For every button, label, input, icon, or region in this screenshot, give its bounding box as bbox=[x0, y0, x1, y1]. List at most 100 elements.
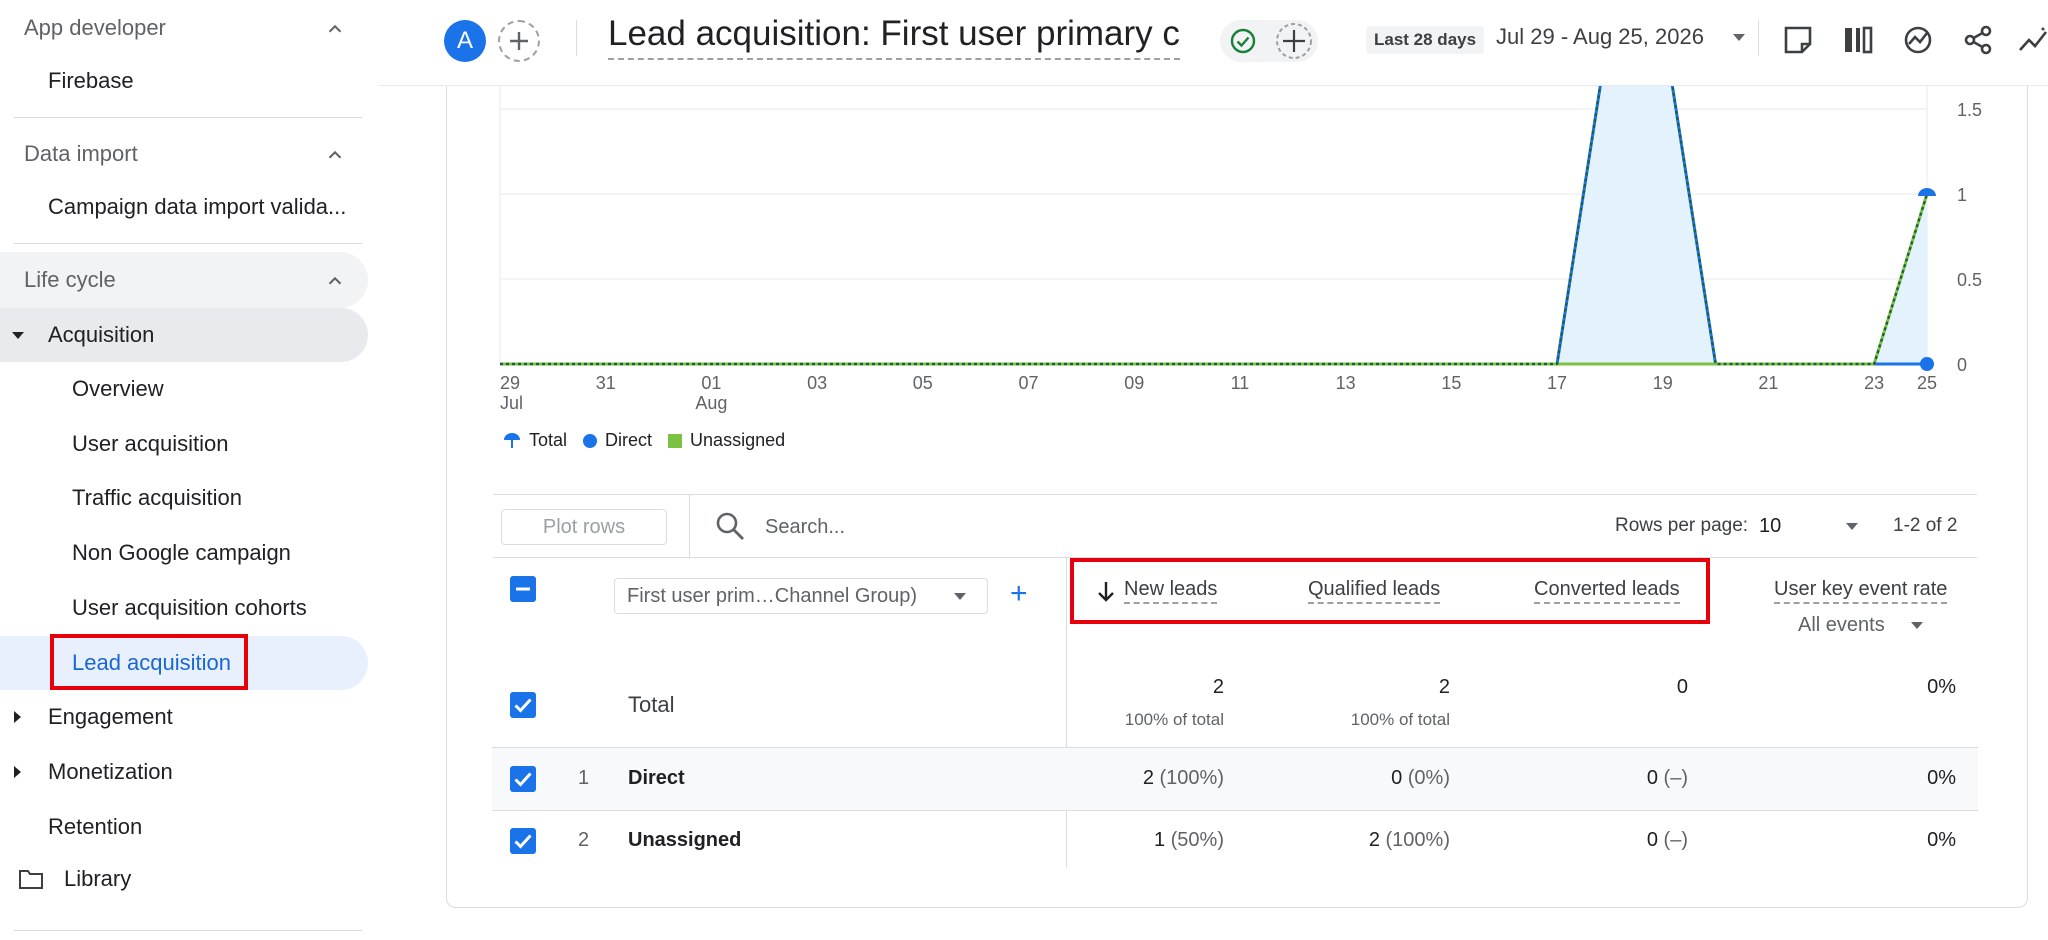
divider bbox=[689, 495, 690, 559]
share-icon[interactable] bbox=[1962, 24, 1994, 56]
section-app-developer[interactable]: App developer bbox=[0, 0, 368, 56]
line-chart: 0 0.5 1 1.5 29Jul 31 01Aug 03 05 07 09 11 13 15 17 19 21… bbox=[499, 86, 1982, 413]
caret-right-icon bbox=[14, 711, 21, 723]
trending-icon[interactable] bbox=[2018, 24, 2048, 56]
converted-leads-cell: 0 (–) bbox=[1646, 767, 1688, 789]
search-input[interactable] bbox=[765, 511, 1265, 543]
pagination-status: 1-2 of 2 bbox=[1893, 515, 1958, 536]
rows-per-page-select[interactable]: 10 bbox=[1759, 515, 1859, 538]
sidebar-item-non-google-campaign[interactable]: Non Google campaign bbox=[72, 526, 291, 580]
sidebar-item-traffic-acquisition[interactable]: Traffic acquisition bbox=[72, 471, 242, 525]
sidebar-item-campaign-data-import[interactable]: Campaign data import valida... bbox=[48, 180, 346, 234]
customize-icon[interactable] bbox=[1274, 21, 1314, 61]
x-tick-label: 07 bbox=[1019, 373, 1039, 393]
sidebar-item-engagement[interactable]: Engagement bbox=[0, 690, 173, 744]
y-tick-label: 0.5 bbox=[1957, 270, 1982, 290]
add-comparison-button[interactable] bbox=[498, 20, 540, 62]
dropdown-arrow-icon bbox=[1911, 621, 1924, 629]
sidebar-item-user-acquisition[interactable]: User acquisition bbox=[72, 417, 229, 471]
total-qualified-leads: 2 bbox=[1438, 676, 1450, 698]
sidebar-item-overview[interactable]: Overview bbox=[72, 362, 164, 416]
column-header-user-key-event-rate[interactable]: User key event rate bbox=[1774, 578, 1948, 604]
section-label: Data import bbox=[24, 141, 138, 166]
comparison-avatar[interactable]: A bbox=[444, 20, 486, 62]
compare-icon[interactable] bbox=[1842, 24, 1874, 56]
row-checkbox[interactable] bbox=[510, 766, 536, 792]
x-tick-label: 19 bbox=[1653, 373, 1673, 393]
row-label[interactable]: Unassigned bbox=[628, 829, 741, 852]
divider bbox=[14, 930, 362, 931]
series-direct-line bbox=[500, 86, 1927, 366]
qualified-leads-cell: 2 (100%) bbox=[1368, 829, 1450, 851]
column-divider bbox=[1066, 558, 1067, 868]
chevron-up-icon bbox=[328, 24, 342, 33]
folder-icon bbox=[19, 870, 43, 889]
report-header: A Lead acquisition: First user primary c… bbox=[378, 0, 2048, 86]
table-toolbar: Plot rows Rows per page: 10 1-2 of 2 bbox=[493, 494, 1977, 559]
new-leads-cell: 1 (50%) bbox=[1153, 829, 1224, 851]
divider bbox=[1758, 20, 1759, 56]
key-event-select[interactable]: All events bbox=[1798, 614, 1924, 637]
sidebar-item-firebase[interactable]: Firebase bbox=[48, 54, 134, 108]
converted-leads-cell: 0 (–) bbox=[1646, 829, 1688, 851]
x-tick-label: Aug bbox=[695, 393, 727, 413]
divider bbox=[576, 20, 577, 56]
add-dimension-button[interactable]: + bbox=[1010, 576, 1028, 612]
qualified-leads-cell: 0 (0%) bbox=[1391, 767, 1450, 789]
date-range-picker[interactable]: Jul 29 - Aug 25, 2026 bbox=[1496, 24, 1746, 50]
date-range-label: Last 28 days bbox=[1366, 26, 1485, 54]
x-tick-label: Jul bbox=[500, 393, 523, 413]
x-tick-label: 21 bbox=[1758, 373, 1778, 393]
legend-item-unassigned[interactable]: Unassigned bbox=[668, 430, 785, 451]
check-icon bbox=[514, 698, 532, 713]
y-tick-label: 0 bbox=[1957, 355, 1967, 375]
check-circle-icon bbox=[1230, 28, 1256, 54]
row-index: 2 bbox=[578, 829, 590, 851]
check-icon bbox=[514, 834, 532, 849]
row-checkbox[interactable] bbox=[510, 828, 536, 854]
plot-rows-button[interactable]: Plot rows bbox=[501, 509, 667, 545]
x-tick-label: 01 bbox=[701, 373, 721, 393]
series-total-line bbox=[500, 86, 1929, 366]
sidebar-item-acquisition[interactable]: Acquisition bbox=[0, 308, 368, 362]
unassigned-marker-icon bbox=[668, 433, 683, 448]
total-qualified-leads-share: 100% of total bbox=[1350, 710, 1450, 729]
sidebar-item-user-acquisition-cohorts[interactable]: User acquisition cohorts bbox=[72, 581, 307, 635]
x-tick-label: 25 bbox=[1917, 373, 1937, 393]
new-leads-cell: 2 (100%) bbox=[1142, 767, 1224, 789]
note-icon[interactable] bbox=[1782, 24, 1814, 56]
row-label[interactable]: Direct bbox=[628, 767, 685, 790]
key-event-rate-cell: 0% bbox=[1927, 767, 1956, 789]
rows-per-page-label: Rows per page: bbox=[1615, 515, 1749, 536]
sidebar: App developer Firebase Data import Campa… bbox=[0, 0, 378, 940]
x-tick-label: 09 bbox=[1124, 373, 1144, 393]
x-tick-label: 29 bbox=[500, 373, 520, 393]
dropdown-arrow-icon bbox=[1845, 522, 1858, 530]
y-tick-label: 1.5 bbox=[1957, 100, 1982, 120]
legend-item-direct[interactable]: Direct bbox=[583, 430, 652, 451]
legend-item-total[interactable]: Total bbox=[503, 430, 567, 451]
select-all-checkbox[interactable] bbox=[510, 576, 536, 602]
y-tick-label: 1 bbox=[1957, 185, 1967, 205]
section-life-cycle[interactable]: Life cycle bbox=[0, 252, 368, 308]
highlight-metric-headers bbox=[1070, 558, 1710, 624]
insights-icon[interactable] bbox=[1902, 24, 1934, 56]
total-new-leads: 2 bbox=[1212, 676, 1224, 698]
dimension-select[interactable]: First user prim…Channel Group) bbox=[614, 578, 988, 614]
sidebar-item-monetization[interactable]: Monetization bbox=[0, 745, 173, 799]
report-status[interactable] bbox=[1220, 20, 1318, 62]
divider bbox=[14, 117, 362, 118]
dropdown-arrow-icon bbox=[1733, 34, 1746, 42]
total-new-leads-share: 100% of total bbox=[1124, 710, 1224, 729]
page-title[interactable]: Lead acquisition: First user primary ch.… bbox=[608, 14, 1180, 60]
search-icon bbox=[716, 512, 744, 540]
chevron-up-icon bbox=[328, 276, 342, 285]
row-checkbox-total[interactable] bbox=[510, 692, 536, 718]
x-tick-label: 17 bbox=[1547, 373, 1567, 393]
sidebar-item-retention[interactable]: Retention bbox=[48, 800, 142, 854]
sidebar-item-library[interactable]: Library bbox=[18, 852, 131, 906]
x-tick-label: 05 bbox=[913, 373, 933, 393]
section-data-import[interactable]: Data import bbox=[0, 126, 368, 182]
row-index: 1 bbox=[578, 767, 590, 789]
dropdown-arrow-icon bbox=[954, 593, 966, 600]
